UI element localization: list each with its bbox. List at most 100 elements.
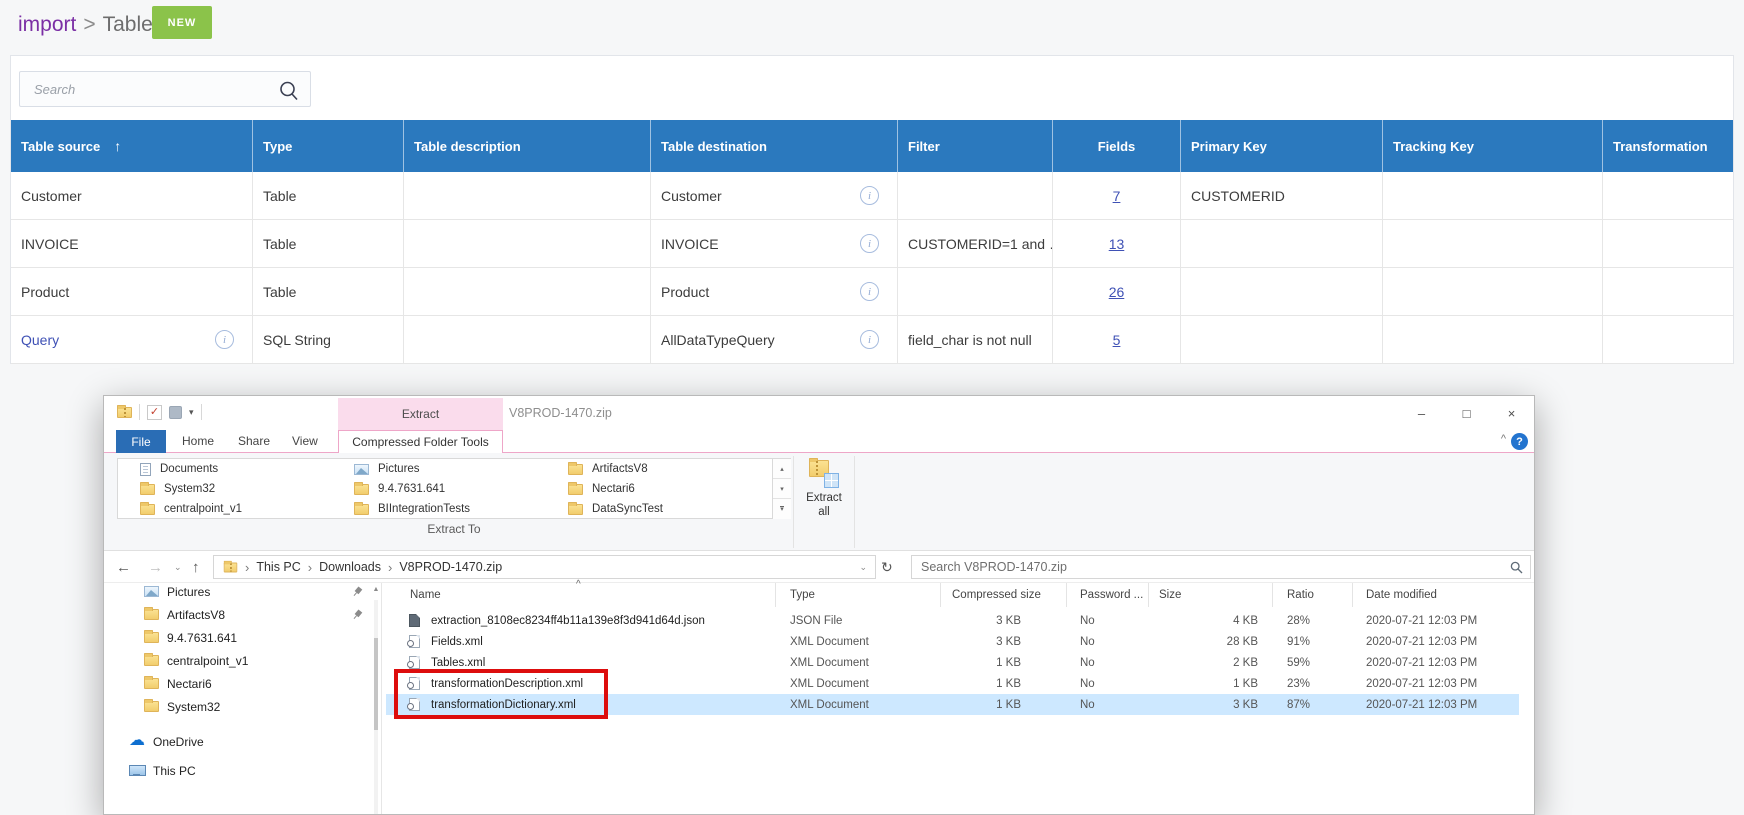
nav-item[interactable]: 9.4.7631.641	[104, 626, 381, 649]
gallery-item[interactable]: 9.4.7631.641	[341, 479, 549, 499]
gallery-item[interactable]: Nectari6	[555, 479, 763, 499]
gallery-item[interactable]: DataSyncTest	[555, 499, 763, 519]
back-icon[interactable]: ←	[116, 551, 131, 583]
column-header-type[interactable]: Type	[253, 120, 404, 172]
table-source-value[interactable]: Product	[21, 284, 242, 300]
recent-locations-icon[interactable]: ⌄	[174, 551, 182, 583]
tab-share[interactable]: Share	[226, 430, 282, 452]
address-dropdown-icon[interactable]: ⌄	[859, 562, 867, 573]
nav-scrollbar[interactable]: ▲	[372, 586, 380, 814]
nav-item[interactable]: This PC	[104, 759, 381, 782]
help-icon[interactable]: ?	[1511, 433, 1528, 450]
file-row[interactable]: transformationDictionary.xml XML Documen…	[386, 694, 1519, 715]
table-row[interactable]: Product i Table Product i 26	[11, 268, 1733, 316]
pin-icon[interactable]	[350, 584, 365, 599]
info-icon[interactable]: i	[215, 330, 234, 349]
column-header-name[interactable]: Name	[386, 583, 776, 607]
up-icon[interactable]: ↑	[192, 551, 200, 583]
gallery-item[interactable]: System32	[127, 479, 335, 499]
cell-type: SQL String	[253, 316, 404, 363]
column-header-primary-key[interactable]: Primary Key	[1181, 120, 1383, 172]
file-type-cell: XML Document	[776, 631, 941, 652]
gallery-scroll-down-icon[interactable]: ▾	[773, 479, 791, 499]
info-icon[interactable]: i	[860, 330, 879, 349]
explorer-titlebar[interactable]: ✓ ▾ Extract V8PROD-1470.zip – □ ×	[104, 396, 1534, 430]
table-row[interactable]: Query i SQL String AllDataTypeQuery i fi…	[11, 316, 1733, 364]
table-search-input[interactable]	[20, 72, 310, 106]
gallery-item[interactable]: BIIntegrationTests	[341, 499, 549, 519]
nav-item-icon	[144, 609, 159, 620]
qat-dropdown-icon[interactable]: ▾	[189, 407, 194, 418]
fields-count-link[interactable]: 13	[1109, 236, 1125, 252]
nav-item[interactable]: Nectari6	[104, 672, 381, 695]
nav-item[interactable]: centralpoint_v1	[104, 649, 381, 672]
file-row[interactable]: Tables.xml XML Document 1 KB No 2 KB 59%…	[386, 652, 1519, 673]
column-header-type[interactable]: Type	[776, 583, 941, 607]
tab-view[interactable]: View	[280, 430, 330, 452]
nav-item[interactable]: OneDrive	[104, 730, 381, 753]
fields-count-link[interactable]: 26	[1109, 284, 1125, 300]
column-header-tracking-key[interactable]: Tracking Key	[1383, 120, 1603, 172]
column-header-table-source[interactable]: Table source ↑	[11, 120, 253, 172]
column-header-table-description[interactable]: Table description	[404, 120, 651, 172]
collapse-ribbon-icon[interactable]: ^	[1501, 433, 1506, 445]
close-button[interactable]: ×	[1489, 396, 1534, 430]
nav-item[interactable]: System32	[104, 695, 381, 718]
nav-item[interactable]: ArtifactsV8	[104, 603, 381, 626]
tab-compressed-folder-tools[interactable]: Compressed Folder Tools	[338, 430, 503, 454]
breadcrumb-import[interactable]: import	[18, 13, 76, 37]
column-header-table-destination[interactable]: Table destination	[651, 120, 898, 172]
column-header-fields[interactable]: Fields	[1053, 120, 1181, 172]
crumb-zip[interactable]: V8PROD-1470.zip	[399, 560, 502, 574]
column-header-transformation[interactable]: Transformation	[1603, 120, 1733, 172]
gallery-more-icon[interactable]: ▾	[773, 499, 791, 519]
sort-asc-icon[interactable]: ↑	[114, 138, 121, 154]
crumb-this-pc[interactable]: This PC	[256, 560, 300, 574]
checkmark-icon[interactable]: ✓	[147, 405, 162, 420]
search-icon[interactable]	[1510, 561, 1523, 574]
new-button[interactable]: NEW	[152, 6, 212, 39]
column-header-size[interactable]: Size	[1149, 583, 1273, 607]
fields-count-link[interactable]: 7	[1113, 188, 1121, 204]
refresh-icon[interactable]: ↻	[881, 555, 893, 579]
explorer-search-input[interactable]	[912, 556, 1530, 578]
cell-transformation	[1603, 268, 1733, 315]
gallery-item[interactable]: Pictures	[341, 459, 549, 479]
file-row[interactable]: Fields.xml XML Document 3 KB No 28 KB 91…	[386, 631, 1519, 652]
address-bar[interactable]: › This PC › Downloads › V8PROD-1470.zip …	[213, 555, 876, 579]
pin-icon[interactable]	[350, 607, 365, 622]
column-header-ratio[interactable]: Ratio	[1273, 583, 1353, 607]
properties-icon[interactable]	[169, 406, 182, 419]
column-header-compressed-size[interactable]: Compressed size	[941, 583, 1067, 607]
search-icon[interactable]	[278, 80, 300, 102]
column-header-date-modified[interactable]: Date modified	[1353, 583, 1536, 607]
gallery-item[interactable]: ArtifactsV8	[555, 459, 763, 479]
extract-all-button[interactable]: Extract all	[796, 456, 852, 546]
nav-item[interactable]: Pictures	[104, 580, 381, 603]
info-icon[interactable]: i	[860, 186, 879, 205]
gallery-item[interactable]: centralpoint_v1	[127, 499, 335, 519]
table-row[interactable]: INVOICE i Table INVOICE i CUSTOMERID=1 a…	[11, 220, 1733, 268]
forward-icon[interactable]: →	[148, 551, 163, 583]
maximize-button[interactable]: □	[1444, 396, 1489, 430]
crumb-downloads[interactable]: Downloads	[319, 560, 381, 574]
gallery-scroll-up-icon[interactable]: ▴	[773, 459, 791, 479]
column-header-filter[interactable]: Filter	[898, 120, 1053, 172]
table-source-value[interactable]: Query	[21, 332, 215, 348]
tab-home[interactable]: Home	[170, 430, 226, 452]
tab-file[interactable]: File	[116, 430, 166, 453]
fields-count-link[interactable]: 5	[1113, 332, 1121, 348]
cell-table-destination: INVOICE i	[651, 220, 898, 267]
info-icon[interactable]: i	[860, 282, 879, 301]
info-icon[interactable]: i	[860, 234, 879, 253]
scrollbar-thumb[interactable]	[374, 638, 378, 730]
file-row[interactable]: transformationDescription.xml XML Docume…	[386, 673, 1519, 694]
table-row[interactable]: Customer i Table Customer i 7 CUSTOMERID	[11, 172, 1733, 220]
gallery-item[interactable]: Documents	[127, 459, 335, 479]
file-row[interactable]: extraction_8108ec8234ff4b11a139e8f3d941d…	[386, 610, 1519, 631]
table-source-value[interactable]: INVOICE	[21, 236, 242, 252]
table-source-value[interactable]: Customer	[21, 188, 242, 204]
scroll-up-icon[interactable]: ▲	[372, 586, 380, 593]
column-header-password[interactable]: Password ...	[1067, 583, 1149, 607]
minimize-button[interactable]: –	[1399, 396, 1444, 430]
